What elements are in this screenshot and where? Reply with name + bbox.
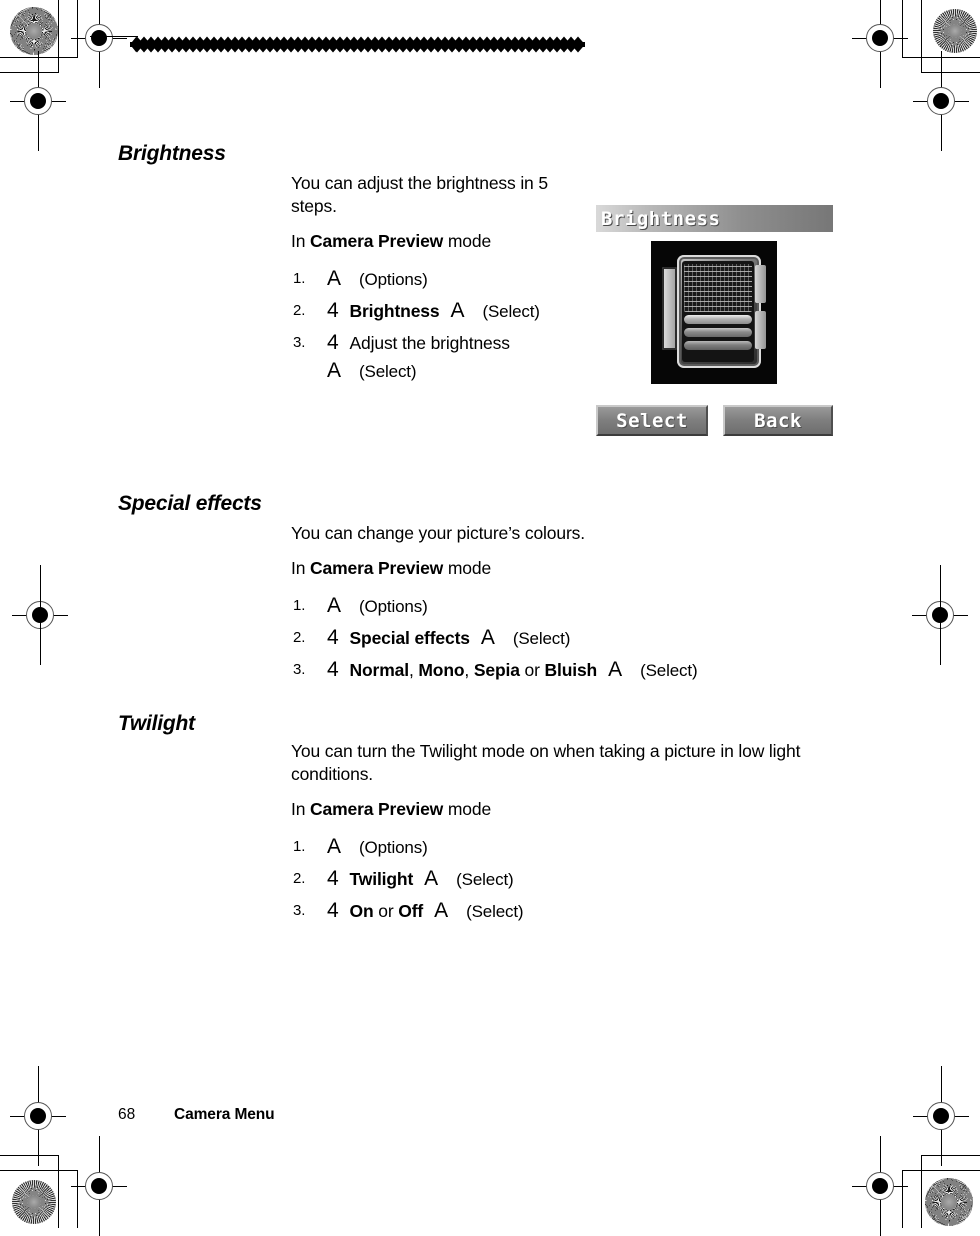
mode-line-brightness: In Camera Preview mode (291, 230, 591, 253)
intro-paragraph-brightness: You can adjust the brightness in 5 steps… (291, 173, 548, 216)
step-item: 4 Brightness A (Select) (291, 297, 591, 325)
screenshot-viewfinder (596, 232, 833, 405)
navigation-key-symbol-icon: 4 (327, 331, 339, 354)
section-body-brightness: You can adjust the brightness in 5 steps… (291, 172, 591, 389)
photo-object-bracket-left (662, 267, 677, 350)
step-list-twilight: A (Options) 4 Twilight A (Select) 4 On or Off… (291, 833, 831, 925)
step-action: (Select) (512, 629, 571, 648)
intro-paragraph-special-effects: You can change your picture’s colours. (291, 523, 585, 543)
screenshot-title-label: Brightness (601, 207, 721, 230)
photo-object-slat (684, 328, 752, 337)
intro-paragraph-twilight: You can turn the Twilight mode on when t… (291, 741, 801, 784)
mode-name: Camera Preview (310, 799, 444, 819)
photo-object-slat (684, 315, 752, 324)
option-separator-or: or (373, 901, 399, 921)
step-label: Twilight (349, 869, 414, 889)
softkey-symbol-icon: A (434, 899, 449, 922)
softkey-select-button[interactable]: Select (596, 405, 708, 436)
softkey-symbol-icon: A (480, 626, 495, 649)
step-item: A (Options) (291, 265, 591, 293)
step-item: 4 Twilight A (Select) (291, 865, 831, 893)
step-option: On (349, 901, 374, 921)
step-action: (Select) (482, 302, 540, 321)
step-option: Mono (418, 660, 465, 680)
navigation-key-symbol-icon: 4 (327, 299, 339, 322)
softkey-symbol-icon: A (327, 835, 342, 858)
photo-object-slat (684, 341, 752, 350)
running-title: Camera Menu (174, 1106, 275, 1123)
step-action: (Select) (359, 362, 417, 381)
mode-name: Camera Preview (310, 231, 444, 251)
navigation-key-symbol-icon: 4 (327, 899, 339, 922)
softkey-select-label: Select (616, 409, 688, 432)
section-body-special-effects: You can change your picture’s colours. I… (291, 522, 851, 688)
softkey-back-button[interactable]: Back (723, 405, 833, 436)
step-action: (Options) (359, 597, 428, 616)
mode-suffix: mode (443, 231, 492, 251)
photo-object-mesh (684, 264, 752, 312)
page-footer: 68 Camera Menu (118, 1106, 275, 1124)
step-label: Special effects (349, 628, 470, 648)
navigation-key-symbol-icon: 4 (327, 658, 339, 681)
page-number: 68 (118, 1106, 136, 1123)
step-list-brightness: A (Options) 4 Brightness A (Select) 4 Adjust … (291, 265, 591, 385)
step-item: A (Options) (291, 833, 831, 861)
mode-line-twilight: In Camera Preview mode (291, 798, 831, 821)
navigation-key-symbol-icon: 4 (327, 867, 339, 890)
softkey-symbol-icon: A (424, 867, 439, 890)
softkey-symbol-icon: A (608, 658, 623, 681)
softkey-symbol-icon: A (327, 359, 342, 382)
mode-prefix: In (291, 231, 311, 251)
mode-suffix: mode (443, 558, 492, 578)
step-action: (Options) (359, 838, 428, 857)
photo-object-bracket-right-lower (755, 311, 766, 349)
section-body-twilight: You can turn the Twilight mode on when t… (291, 740, 831, 929)
section-heading-twilight: Twilight (118, 712, 195, 735)
photo-object-bracket-right-upper (755, 265, 766, 303)
step-item: 4 On or Off A (Select) (291, 897, 831, 925)
step-action: (Select) (456, 870, 514, 889)
softkey-symbol-icon: A (327, 594, 342, 617)
mode-prefix: In (291, 799, 311, 819)
step-item: 4 Special effects A (Select) (291, 624, 851, 652)
softkey-symbol-icon: A (450, 299, 465, 322)
option-separator: , (408, 660, 419, 680)
step-option: Off (398, 901, 424, 921)
softkey-symbol-icon: A (327, 267, 342, 290)
step-action: (Select) (640, 661, 698, 680)
softkey-back-label: Back (754, 409, 802, 432)
step-continuation: A (Select) (327, 357, 591, 385)
mode-prefix: In (291, 558, 311, 578)
step-item: 4 Normal, Mono, Sepia or Bluish A (Select) (291, 656, 851, 684)
mode-line-special-effects: In Camera Preview mode (291, 557, 851, 580)
page-content: Brightness You can adjust the brightness… (0, 0, 980, 1228)
screenshot-title-bar: Brightness (596, 205, 833, 232)
navigation-key-symbol-icon: 4 (327, 626, 339, 649)
mode-suffix: mode (443, 799, 492, 819)
option-separator: , (464, 660, 474, 680)
section-heading-special-effects: Special effects (118, 492, 262, 515)
camera-preview-photo (651, 241, 777, 384)
option-separator-or: or (519, 660, 545, 680)
step-action: (Options) (359, 270, 428, 289)
step-action: (Select) (466, 902, 524, 921)
step-option: Normal (349, 660, 410, 680)
step-option: Bluish (544, 660, 598, 680)
step-list-special-effects: A (Options) 4 Special effects A (Select) 4 No… (291, 592, 851, 684)
step-option: Sepia (473, 660, 520, 680)
mode-name: Camera Preview (310, 558, 444, 578)
step-label: Brightness (349, 301, 440, 321)
phone-screenshot: Brightness Select Back (596, 205, 833, 444)
step-item: A (Options) (291, 592, 851, 620)
section-heading-brightness: Brightness (118, 142, 226, 165)
step-item: 4 Adjust the brightness A (Select) (291, 329, 591, 385)
step-label: Adjust the brightness (349, 333, 510, 353)
screenshot-softkey-bar: Select Back (596, 405, 833, 444)
